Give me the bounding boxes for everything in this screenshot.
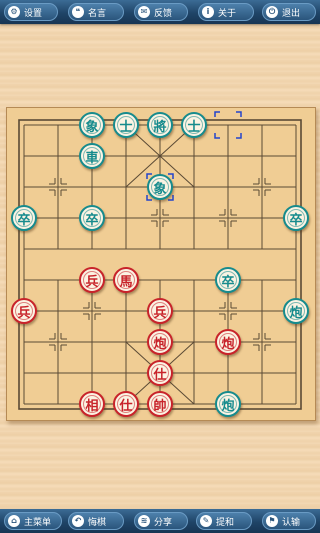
main-menu-label: 主菜单 [24, 517, 52, 528]
flag-icon: ⚑ [266, 515, 278, 527]
black-piece[interactable]: 卒 [11, 205, 37, 231]
red-piece[interactable]: 炮 [147, 329, 173, 355]
share-label: 分享 [154, 517, 173, 528]
move-from-highlight [214, 111, 220, 117]
undo-icon: ↶ [72, 515, 84, 527]
red-piece[interactable]: 兵 [79, 267, 105, 293]
draw-offer-button[interactable]: ✎ 提和 [196, 512, 252, 530]
red-piece[interactable]: 相 [79, 391, 105, 417]
black-piece[interactable]: 將 [147, 112, 173, 138]
main-menu-button[interactable]: ⌂ 主菜单 [4, 512, 62, 530]
draw-offer-label: 提和 [216, 517, 235, 528]
board-grid [18, 111, 302, 410]
black-piece[interactable]: 卒 [79, 205, 105, 231]
black-piece[interactable]: 炮 [283, 298, 309, 324]
black-piece[interactable]: 卒 [283, 205, 309, 231]
pencil-icon: ✎ [200, 515, 212, 527]
red-piece[interactable]: 仕 [113, 391, 139, 417]
home-icon: ⌂ [8, 515, 20, 527]
red-piece[interactable]: 兵 [11, 298, 37, 324]
resign-label: 认输 [282, 517, 301, 528]
black-piece[interactable]: 卒 [215, 267, 241, 293]
move-from-highlight [236, 133, 242, 139]
red-piece[interactable]: 仕 [147, 360, 173, 386]
black-piece[interactable]: 象 [147, 174, 173, 200]
red-piece[interactable]: 炮 [215, 329, 241, 355]
resign-button[interactable]: ⚑ 认输 [262, 512, 316, 530]
black-piece[interactable]: 士 [113, 112, 139, 138]
red-piece[interactable]: 馬 [113, 267, 139, 293]
share-icon: ≋ [138, 515, 150, 527]
black-piece[interactable]: 士 [181, 112, 207, 138]
red-piece[interactable]: 帥 [147, 391, 173, 417]
bottom-toolbar: ⌂ 主菜单 ↶ 悔棋 ≋ 分享 ✎ 提和 ⚑ 认输 [0, 509, 320, 533]
black-piece[interactable]: 炮 [215, 391, 241, 417]
red-piece[interactable]: 兵 [147, 298, 173, 324]
black-piece[interactable]: 象 [79, 112, 105, 138]
move-from-highlight [236, 111, 242, 117]
move-from-highlight [214, 133, 220, 139]
share-button[interactable]: ≋ 分享 [134, 512, 188, 530]
undo-button[interactable]: ↶ 悔棋 [68, 512, 124, 530]
undo-label: 悔棋 [88, 517, 107, 528]
black-piece[interactable]: 車 [79, 143, 105, 169]
